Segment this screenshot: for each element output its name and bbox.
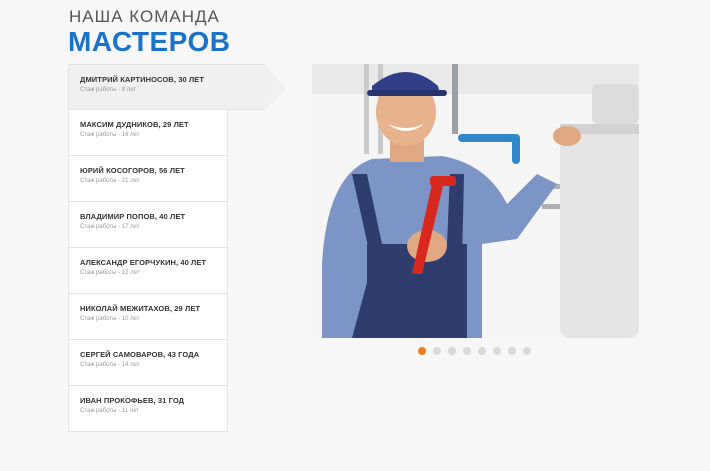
master-experience: Стаж работы - 14 лет [80, 362, 140, 368]
master-experience: Стаж работы - 10 лет [80, 316, 140, 322]
master-item[interactable]: ИВАН ПРОКОФЬЕВ, 31 ГОД Стаж работы - 11 … [68, 386, 228, 432]
slider-dot[interactable] [493, 347, 501, 355]
master-item[interactable]: ВЛАДИМИР ПОПОВ, 40 ЛЕТ Стаж работы - 17 … [68, 202, 228, 248]
slider-dot[interactable] [463, 347, 471, 355]
master-experience: Стаж работы - 11 лет [80, 408, 140, 414]
master-name: АЛЕКСАНДР ЕГОРЧУКИН, 40 ЛЕТ [80, 258, 207, 267]
section-subtitle: НАША КОМАНДА [69, 7, 220, 26]
slider-dot[interactable] [508, 347, 516, 355]
slider-dot[interactable] [523, 347, 531, 355]
slider-dot-active[interactable] [418, 347, 426, 355]
master-name: ВЛАДИМИР ПОПОВ, 40 ЛЕТ [80, 212, 186, 221]
master-experience: Стаж работы - 21 лет [80, 178, 140, 184]
slider-dots [418, 347, 531, 355]
master-experience: Стаж работы - 12 лет [80, 270, 140, 276]
master-experience: Стаж работы - 17 лет [80, 224, 140, 230]
master-name: ИВАН ПРОКОФЬЕВ, 31 ГОД [80, 396, 185, 405]
master-photo [312, 64, 639, 338]
master-name: СЕРГЕЙ САМОВАРОВ, 43 ГОДА [80, 350, 200, 359]
master-item[interactable]: МАКСИМ ДУДНИКОВ, 29 ЛЕТ Стаж работы - 16… [68, 110, 228, 156]
master-item[interactable]: АЛЕКСАНДР ЕГОРЧУКИН, 40 ЛЕТ Стаж работы … [68, 248, 228, 294]
master-name: МАКСИМ ДУДНИКОВ, 29 ЛЕТ [80, 120, 189, 129]
master-item[interactable]: ЮРИЙ КОСОГОРОВ, 56 ЛЕТ Стаж работы - 21 … [68, 156, 228, 202]
master-experience: Стаж работы - 16 лет [80, 132, 140, 138]
master-item[interactable]: НИКОЛАЙ МЕЖИТАХОВ, 29 ЛЕТ Стаж работы - … [68, 294, 228, 340]
masters-list: ДМИТРИЙ КАРТИНОСОВ, 30 ЛЕТ Стаж работы -… [68, 64, 286, 432]
master-item[interactable]: ДМИТРИЙ КАРТИНОСОВ, 30 ЛЕТ Стаж работы -… [68, 64, 286, 111]
master-item[interactable]: СЕРГЕЙ САМОВАРОВ, 43 ГОДА Стаж работы - … [68, 340, 228, 386]
master-name: ЮРИЙ КОСОГОРОВ, 56 ЛЕТ [80, 166, 185, 175]
section-title: МАСТЕРОВ [68, 26, 231, 57]
slider-dot[interactable] [448, 347, 456, 355]
slider-dot[interactable] [433, 347, 441, 355]
master-name: ДМИТРИЙ КАРТИНОСОВ, 30 ЛЕТ [80, 75, 205, 84]
master-experience: Стаж работы - 8 лет [80, 87, 137, 93]
slider-dot[interactable] [478, 347, 486, 355]
master-name: НИКОЛАЙ МЕЖИТАХОВ, 29 ЛЕТ [80, 304, 201, 313]
